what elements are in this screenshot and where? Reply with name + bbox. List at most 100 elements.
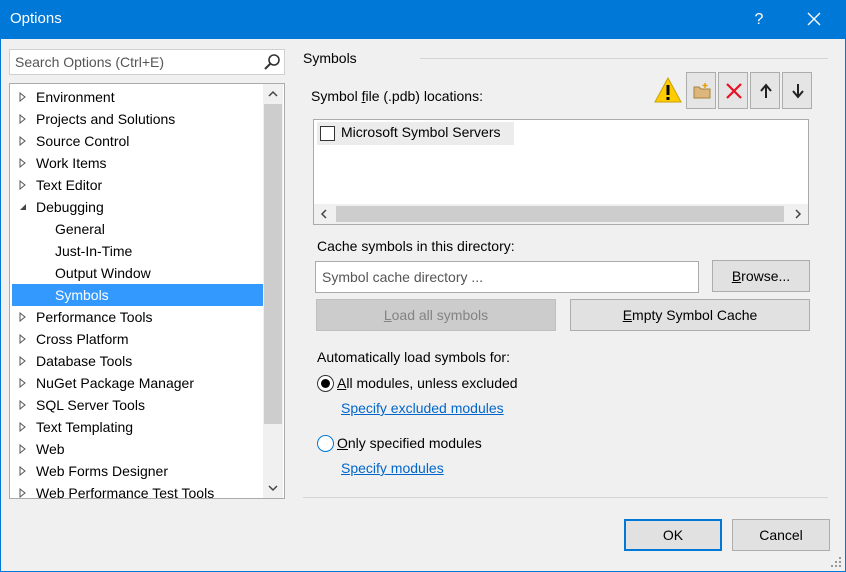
ok-button[interactable]: OK — [624, 519, 722, 551]
load-all-symbols-button[interactable]: Load all symbols — [316, 299, 556, 331]
collapsed-arrow-icon[interactable] — [18, 92, 28, 102]
radio-all-modules-label: All modules, unless excluded — [337, 375, 518, 391]
title-bar: Options ? — [0, 0, 846, 39]
location-label: Microsoft Symbol Servers — [341, 124, 501, 140]
tree-item-sql-server-tools[interactable]: SQL Server Tools — [12, 394, 263, 416]
tree-item-work-items[interactable]: Work Items — [12, 152, 263, 174]
list-hscrollbar[interactable] — [314, 204, 808, 224]
tree-item-label: Environment — [36, 89, 115, 105]
tree-item-output-window[interactable]: Output Window — [12, 262, 263, 284]
empty-symbol-cache-button[interactable]: Empty Symbol Cache — [570, 299, 810, 331]
tree-item-performance-tools[interactable]: Performance Tools — [12, 306, 263, 328]
tree-item-source-control[interactable]: Source Control — [12, 130, 263, 152]
search-box[interactable] — [9, 49, 285, 75]
tree-item-label: Cross Platform — [36, 331, 129, 347]
footer-divider — [303, 497, 828, 498]
search-input[interactable] — [10, 50, 260, 74]
cache-directory-field[interactable] — [315, 261, 699, 293]
collapsed-arrow-icon[interactable] — [18, 180, 28, 190]
collapsed-arrow-icon[interactable] — [18, 400, 28, 410]
tree-item-just-in-time[interactable]: Just-In-Time — [12, 240, 263, 262]
tree-item-label: General — [55, 221, 105, 237]
tree-item-cross-platform[interactable]: Cross Platform — [12, 328, 263, 350]
cache-directory-input[interactable] — [316, 262, 698, 292]
tree-item-label: Performance Tools — [36, 309, 153, 325]
tree-item-label: Source Control — [36, 133, 130, 149]
tree-item-label: Debugging — [36, 199, 104, 215]
collapsed-arrow-icon[interactable] — [18, 312, 28, 322]
chevron-up-icon — [268, 90, 278, 97]
section-title: Symbols — [303, 50, 357, 66]
collapsed-arrow-icon[interactable] — [18, 356, 28, 366]
tree-item-environment[interactable]: Environment — [12, 86, 263, 108]
tree-item-general[interactable]: General — [12, 218, 263, 240]
collapsed-arrow-icon[interactable] — [18, 114, 28, 124]
move-down-icon — [792, 84, 804, 99]
tree-item-label: Symbols — [55, 287, 109, 303]
tree-item-label: Just-In-Time — [55, 243, 133, 259]
remove-location-button[interactable] — [718, 72, 748, 109]
help-button[interactable]: ? — [744, 0, 774, 39]
move-up-button[interactable] — [750, 72, 780, 109]
collapsed-arrow-icon[interactable] — [18, 378, 28, 388]
tree-item-label: Projects and Solutions — [36, 111, 176, 127]
resize-grip-icon[interactable] — [830, 556, 842, 568]
collapsed-arrow-icon[interactable] — [18, 158, 28, 168]
tree-item-label: Output Window — [55, 265, 151, 281]
collapsed-arrow-icon[interactable] — [18, 136, 28, 146]
tree-item-label: NuGet Package Manager — [36, 375, 194, 391]
tree-item-symbols[interactable]: Symbols — [12, 284, 263, 306]
expanded-arrow-icon[interactable] — [18, 202, 28, 212]
section-divider — [420, 58, 828, 59]
chevron-down-icon — [268, 485, 278, 492]
tree-item-label: Text Templating — [36, 419, 134, 435]
scroll-left-button[interactable] — [314, 204, 334, 224]
collapsed-arrow-icon[interactable] — [18, 466, 28, 476]
options-tree[interactable]: Environment Projects and Solutions Source … — [9, 83, 285, 499]
specify-excluded-modules-link[interactable]: Specify excluded modules — [341, 400, 504, 416]
scroll-right-button[interactable] — [788, 204, 808, 224]
tree-item-label: SQL Server Tools — [36, 397, 145, 413]
radio-only-specified-button[interactable] — [317, 435, 334, 452]
tree-item-label: Web Performance Test Tools — [36, 485, 215, 499]
window-title: Options — [10, 10, 62, 27]
collapsed-arrow-icon[interactable] — [18, 488, 28, 498]
delete-icon — [726, 83, 742, 99]
search-icon[interactable] — [263, 53, 281, 71]
tree-item-web-forms-designer[interactable]: Web Forms Designer — [12, 460, 263, 482]
locations-label: Symbol file (.pdb) locations: — [311, 88, 483, 104]
location-checkbox[interactable] — [320, 126, 335, 141]
new-folder-icon — [693, 83, 711, 99]
cancel-button[interactable]: Cancel — [732, 519, 830, 551]
move-down-button[interactable] — [782, 72, 812, 109]
close-icon — [807, 12, 821, 26]
tree-item-text-editor[interactable]: Text Editor — [12, 174, 263, 196]
tree-item-label: Text Editor — [36, 177, 103, 193]
move-up-icon — [760, 83, 772, 98]
tree-item-text-templating[interactable]: Text Templating — [12, 416, 263, 438]
list-item[interactable]: Microsoft Symbol Servers — [317, 122, 514, 145]
collapsed-arrow-icon[interactable] — [18, 334, 28, 344]
new-location-button[interactable] — [686, 72, 716, 109]
tree-item-web-performance-test-tools[interactable]: Web Performance Test Tools — [12, 482, 263, 499]
tree-item-label: Work Items — [36, 155, 107, 171]
chevron-left-icon — [320, 209, 327, 219]
specify-modules-link[interactable]: Specify modules — [341, 460, 444, 476]
collapsed-arrow-icon[interactable] — [18, 444, 28, 454]
tree-item-nuget-package-manager[interactable]: NuGet Package Manager — [12, 372, 263, 394]
radio-all-modules-button[interactable] — [317, 375, 334, 392]
tree-item-label: Web Forms Designer — [36, 463, 169, 479]
symbol-locations-list[interactable]: Microsoft Symbol Servers — [313, 119, 809, 225]
close-button[interactable] — [798, 0, 830, 39]
tree-item-projects-and-solutions[interactable]: Projects and Solutions — [12, 108, 263, 130]
browse-button[interactable]: Browse... — [712, 260, 810, 292]
tree-item-database-tools[interactable]: Database Tools — [12, 350, 263, 372]
tree-scrollbar[interactable] — [263, 84, 283, 498]
scroll-thumb[interactable] — [264, 104, 282, 424]
scroll-down-button[interactable] — [263, 478, 283, 498]
scroll-up-button[interactable] — [263, 84, 283, 104]
tree-item-debugging[interactable]: Debugging — [12, 196, 263, 218]
hscroll-thumb[interactable] — [336, 206, 784, 222]
collapsed-arrow-icon[interactable] — [18, 422, 28, 432]
tree-item-web[interactable]: Web — [12, 438, 263, 460]
